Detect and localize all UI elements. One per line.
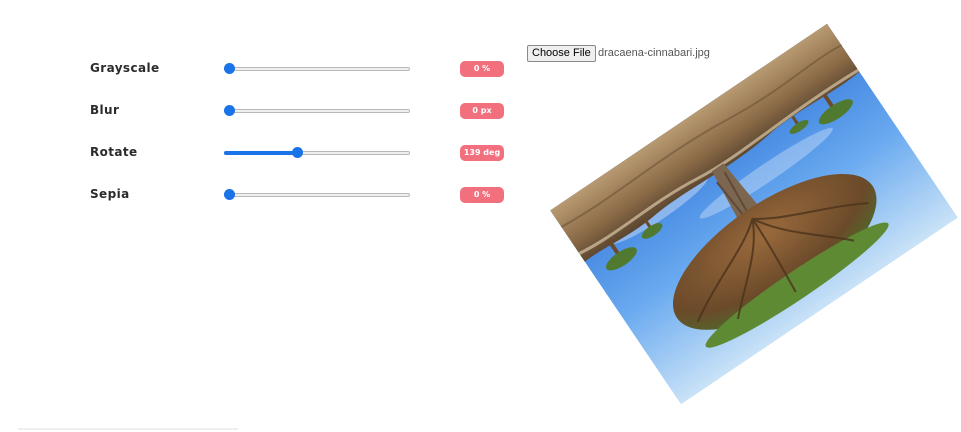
grayscale-label: Grayscale [90,61,160,75]
blur-slider[interactable] [224,105,410,117]
grayscale-slider[interactable] [224,63,410,75]
dragon-blood-tree-photo-icon [550,23,958,405]
slider-thumb[interactable] [224,105,235,116]
slider-track [224,193,410,197]
divider [18,428,238,430]
preview-image [550,23,958,405]
slider-thumb[interactable] [292,147,303,158]
blur-value-badge: 0 px [460,103,504,119]
filter-row-rotate: Rotate 139 deg [0,144,520,164]
slider-thumb[interactable] [224,189,235,200]
sepia-value-badge: 0 % [460,187,504,203]
grayscale-value-badge: 0 % [460,61,504,77]
selected-file-name: dracaena-cinnabari.jpg [598,47,710,59]
filter-app: Grayscale 0 % Blur 0 px Rotate 139 deg S… [0,0,961,432]
rotate-value-badge: 139 deg [460,145,504,161]
slider-track [224,67,410,71]
filter-row-grayscale: Grayscale 0 % [0,60,520,80]
blur-label: Blur [90,103,120,117]
rotate-label: Rotate [90,145,138,159]
slider-thumb[interactable] [224,63,235,74]
slider-track [224,109,410,113]
rotate-slider[interactable] [224,147,410,159]
filter-row-sepia: Sepia 0 % [0,186,520,206]
sepia-slider[interactable] [224,189,410,201]
choose-file-button[interactable]: Choose File [527,45,596,62]
filter-row-blur: Blur 0 px [0,102,520,122]
sepia-label: Sepia [90,187,130,201]
slider-fill [224,151,297,155]
